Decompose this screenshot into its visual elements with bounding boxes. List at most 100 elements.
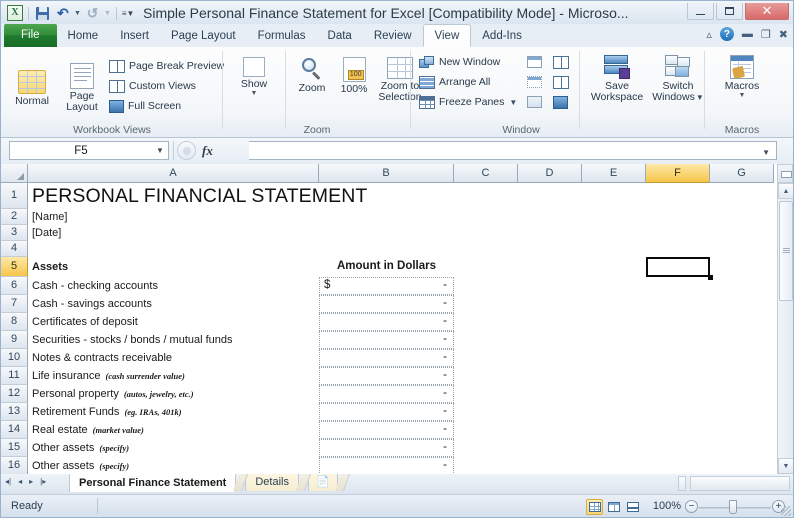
sheet-tab-personal-finance-statement[interactable]: Personal Finance Statement <box>69 474 236 492</box>
name-box-dropdown-icon[interactable]: ▼ <box>152 146 168 155</box>
reset-window-position-button[interactable] <box>553 93 569 111</box>
normal-view-button[interactable]: Normal <box>7 66 57 107</box>
column-header-C[interactable]: C <box>454 164 518 183</box>
cell-B8[interactable]: - <box>319 313 454 331</box>
row-header-12[interactable]: 12 <box>1 385 28 403</box>
scroll-up-button[interactable]: ▲ <box>778 183 793 199</box>
cell-A10[interactable]: Notes & contracts receivable <box>28 349 319 367</box>
macros-button[interactable]: Macros ▼ <box>715 51 769 99</box>
row-header-8[interactable]: 8 <box>1 313 28 331</box>
help-icon[interactable]: ? <box>720 27 734 41</box>
save-workspace-button[interactable]: Save Workspace <box>587 51 647 103</box>
switch-windows-dropdown-icon[interactable]: ▼ <box>696 93 704 102</box>
doc-minimize-icon[interactable]: ▬ <box>742 28 753 40</box>
arrange-all-button[interactable]: Arrange All <box>419 73 517 91</box>
tab-add-ins[interactable]: Add-Ins <box>471 26 533 47</box>
customize-qat-icon[interactable]: ≡▼ <box>122 9 135 18</box>
close-button[interactable]: ✕ <box>745 3 789 20</box>
cell-A16[interactable]: Other assets(specify) <box>28 457 319 474</box>
cell-B12[interactable]: - <box>319 385 454 403</box>
cell-B9[interactable]: - <box>319 331 454 349</box>
row-header-14[interactable]: 14 <box>1 421 28 439</box>
view-side-by-side-button[interactable] <box>553 53 569 71</box>
tab-formulas[interactable]: Formulas <box>247 26 317 47</box>
zoom-button[interactable]: Zoom <box>291 53 333 94</box>
tab-view[interactable]: View <box>423 24 472 47</box>
unhide-button[interactable] <box>527 93 542 111</box>
minimize-button[interactable] <box>687 3 714 20</box>
page-layout-view-button[interactable] <box>605 499 622 515</box>
column-header-E[interactable]: E <box>582 164 646 183</box>
cell-B6[interactable]: $- <box>319 277 454 295</box>
show-button[interactable]: Show ▼ <box>231 53 277 97</box>
cell-A2[interactable]: [Name] <box>28 209 319 225</box>
doc-close-icon[interactable]: ✖ <box>779 28 788 41</box>
tab-data[interactable]: Data <box>317 26 363 47</box>
doc-restore-icon[interactable]: ❐ <box>761 28 771 41</box>
column-header-D[interactable]: D <box>518 164 582 183</box>
excel-logo-icon[interactable]: X <box>7 5 23 21</box>
cell-B5[interactable]: Amount in Dollars <box>319 257 454 277</box>
cell-A12[interactable]: Personal property(autos, jewelry, etc.) <box>28 385 319 403</box>
column-header-G[interactable]: G <box>710 164 774 183</box>
cell-A14[interactable]: Real estate(market value) <box>28 421 319 439</box>
row-header-5[interactable]: 5 <box>1 257 28 277</box>
row-header-13[interactable]: 13 <box>1 403 28 421</box>
cell-A15[interactable]: Other assets(specify) <box>28 439 319 457</box>
normal-view-button[interactable] <box>586 499 603 515</box>
show-dropdown-icon[interactable]: ▼ <box>251 90 258 97</box>
zoom-out-button[interactable]: − <box>685 500 698 513</box>
page-layout-view-button[interactable]: Page Layout <box>57 59 107 113</box>
tab-split-handle[interactable] <box>678 476 686 491</box>
tab-page-layout[interactable]: Page Layout <box>160 26 247 47</box>
column-header-B[interactable]: B <box>319 164 454 183</box>
cell-B15[interactable]: - <box>319 439 454 457</box>
cell-A9[interactable]: Securities - stocks / bonds / mutual fun… <box>28 331 319 349</box>
vertical-scroll-thumb[interactable] <box>779 201 793 301</box>
freeze-panes-button[interactable]: Freeze Panes ▼ <box>419 93 517 111</box>
cell-B10[interactable]: - <box>319 349 454 367</box>
row-header-15[interactable]: 15 <box>1 439 28 457</box>
first-sheet-icon[interactable]: ◂| <box>5 477 11 486</box>
cell-A3[interactable]: [Date] <box>28 225 319 241</box>
synchronous-scrolling-button[interactable] <box>553 73 569 91</box>
hide-button[interactable] <box>527 73 542 91</box>
cell-area[interactable]: PERSONAL FINANCIAL STATEMENT[Name][Date]… <box>28 183 793 474</box>
cell-A8[interactable]: Certificates of deposit <box>28 313 319 331</box>
cell-A13[interactable]: Retirement Funds(eg. IRAs, 401k) <box>28 403 319 421</box>
zoom-slider[interactable]: − + <box>685 499 785 515</box>
page-break-preview-button[interactable] <box>624 499 641 515</box>
switch-windows-button[interactable]: Switch Windows▼ <box>651 51 705 103</box>
vertical-split-handle[interactable] <box>777 164 793 183</box>
macros-dropdown-icon[interactable]: ▼ <box>739 92 746 99</box>
select-all-corner[interactable] <box>1 164 28 183</box>
undo-dropdown-icon[interactable]: ▼ <box>74 10 81 17</box>
column-header-F[interactable]: F <box>646 164 710 183</box>
row-header-2[interactable]: 2 <box>1 209 28 225</box>
insert-function-icon[interactable]: fx <box>202 143 213 159</box>
cell-A11[interactable]: Life insurance(cash surrender value) <box>28 367 319 385</box>
split-button[interactable] <box>527 53 542 71</box>
resize-grip[interactable] <box>781 506 791 516</box>
page-break-preview-button[interactable]: Page Break Preview <box>109 57 224 75</box>
tab-review[interactable]: Review <box>363 26 423 47</box>
sheet-tab-details[interactable]: Details <box>245 474 299 491</box>
tab-file[interactable]: File <box>4 24 57 47</box>
new-window-button[interactable]: New Window <box>419 53 517 71</box>
insert-sheet-icon[interactable]: 📄 <box>308 474 338 491</box>
row-header-9[interactable]: 9 <box>1 331 28 349</box>
undo-icon[interactable]: ↷ <box>54 5 71 22</box>
row-header-11[interactable]: 11 <box>1 367 28 385</box>
expand-formula-bar-icon[interactable]: ▼ <box>762 148 770 157</box>
cell-A4[interactable] <box>28 241 319 257</box>
column-header-A[interactable]: A <box>28 164 319 183</box>
cell-B7[interactable]: - <box>319 295 454 313</box>
row-header-6[interactable]: 6 <box>1 277 28 295</box>
freeze-panes-dropdown-icon[interactable]: ▼ <box>509 98 517 107</box>
cell-A6[interactable]: Cash - checking accounts <box>28 277 319 295</box>
horizontal-scrollbar[interactable] <box>690 476 790 491</box>
zoom-level[interactable]: 100% <box>653 500 681 512</box>
name-box[interactable]: F5 ▼ <box>9 141 169 160</box>
next-sheet-icon[interactable]: ▸ <box>29 477 33 486</box>
tab-insert[interactable]: Insert <box>109 26 160 47</box>
